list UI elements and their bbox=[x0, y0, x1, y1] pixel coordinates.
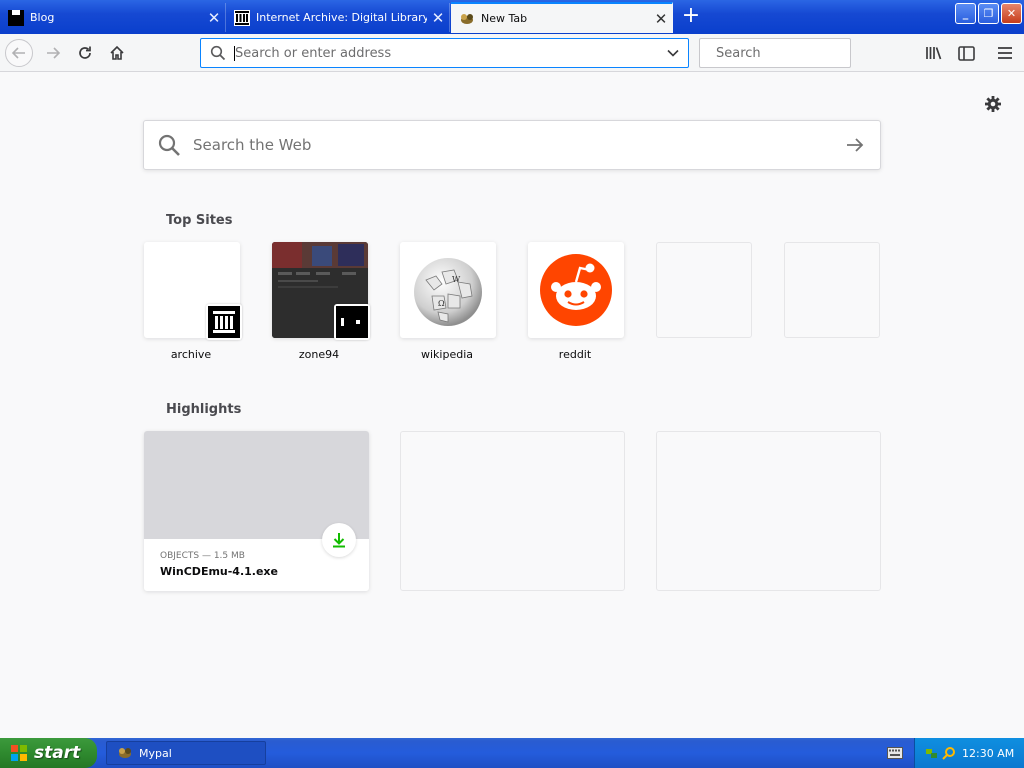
reload-icon bbox=[79, 46, 91, 59]
top-site-archive[interactable] bbox=[144, 242, 242, 340]
taskbar: start Mypal 12:30 AM bbox=[0, 738, 1024, 768]
home-icon bbox=[110, 45, 124, 60]
taskbar-window-label: Mypal bbox=[139, 746, 172, 760]
system-tray: 12:30 AM bbox=[914, 738, 1024, 768]
clock[interactable]: 12:30 AM bbox=[962, 747, 1014, 760]
svg-text:W: W bbox=[452, 275, 461, 284]
top-sites-heading: Top Sites bbox=[166, 213, 233, 228]
tab-blog[interactable]: Blog ✕ bbox=[0, 3, 226, 32]
blog-favicon-icon bbox=[8, 9, 24, 26]
sidebar-button[interactable] bbox=[956, 43, 976, 63]
top-site-empty-slot bbox=[656, 242, 752, 338]
mypal-favicon-icon bbox=[459, 11, 475, 27]
close-window-button[interactable]: ✕ bbox=[1001, 3, 1022, 24]
sidebar-icon bbox=[957, 45, 975, 61]
taskbar-window-mypal[interactable]: Mypal bbox=[106, 741, 266, 765]
url-bar[interactable] bbox=[200, 38, 689, 68]
web-search-box[interactable] bbox=[143, 120, 881, 170]
gear-icon bbox=[985, 96, 1001, 112]
forward-button[interactable] bbox=[39, 39, 67, 67]
library-button[interactable] bbox=[924, 43, 944, 63]
highlights-heading: Highlights bbox=[166, 402, 242, 417]
chevron-down-icon[interactable] bbox=[666, 46, 680, 60]
highlight-meta: OBJECTS — 1.5 MB bbox=[160, 551, 245, 561]
svg-text:Ω: Ω bbox=[438, 299, 445, 308]
top-site-zone94[interactable] bbox=[272, 242, 370, 340]
tab-title: Internet Archive: Digital Library of bbox=[256, 11, 427, 24]
close-tab-icon[interactable]: ✕ bbox=[203, 9, 225, 27]
back-button[interactable] bbox=[5, 39, 33, 67]
home-button[interactable] bbox=[103, 39, 131, 67]
top-site-label: archive bbox=[170, 348, 212, 361]
tab-title: New Tab bbox=[481, 12, 528, 25]
tab-title: Blog bbox=[30, 11, 55, 24]
new-tab-button[interactable]: + bbox=[678, 4, 704, 30]
hamburger-menu-icon bbox=[998, 47, 1012, 59]
arrow-right-icon[interactable] bbox=[846, 137, 864, 153]
search-icon bbox=[158, 134, 180, 156]
search-input[interactable] bbox=[716, 45, 886, 61]
tab-bar: Blog ✕ Internet Archive: Digital Library… bbox=[0, 0, 1024, 34]
top-site-empty-slot bbox=[784, 242, 880, 338]
menu-button[interactable] bbox=[995, 43, 1015, 63]
wikipedia-globe-icon: W Ω bbox=[414, 258, 482, 326]
close-tab-icon[interactable]: ✕ bbox=[427, 9, 449, 27]
download-badge bbox=[322, 523, 356, 557]
highlight-title: WinCDEmu-4.1.exe bbox=[160, 565, 278, 578]
top-site-label: wikipedia bbox=[420, 348, 473, 361]
customize-gear-button[interactable] bbox=[983, 94, 1003, 114]
navigation-toolbar bbox=[0, 34, 1024, 72]
search-bar[interactable] bbox=[699, 38, 886, 68]
top-site-reddit[interactable] bbox=[528, 242, 624, 338]
archive-favicon-icon bbox=[234, 9, 250, 26]
top-site-label: zone94 bbox=[298, 348, 340, 361]
maximize-button[interactable]: ❐ bbox=[978, 3, 999, 24]
minimize-button[interactable]: _ bbox=[955, 3, 976, 24]
tab-new-tab[interactable]: New Tab ✕ bbox=[451, 2, 673, 33]
highlight-empty-slot bbox=[400, 431, 625, 591]
windows-logo-icon bbox=[11, 745, 27, 761]
reload-button[interactable] bbox=[71, 39, 99, 67]
keyboard-icon[interactable] bbox=[887, 747, 903, 759]
url-input[interactable] bbox=[235, 45, 666, 61]
top-site-label: reddit bbox=[558, 348, 592, 361]
network-icon[interactable] bbox=[925, 746, 939, 760]
start-label: start bbox=[34, 743, 81, 763]
archive-logo-icon bbox=[206, 304, 242, 340]
search-icon bbox=[210, 45, 226, 61]
reddit-logo-icon bbox=[540, 254, 612, 326]
highlight-empty-slot bbox=[656, 431, 881, 591]
tab-internet-archive[interactable]: Internet Archive: Digital Library of ✕ bbox=[226, 3, 450, 32]
top-site-wikipedia[interactable]: W Ω bbox=[400, 242, 496, 338]
library-icon bbox=[926, 47, 942, 60]
download-icon bbox=[333, 533, 345, 548]
forward-arrow-icon bbox=[47, 47, 61, 59]
start-button[interactable]: start bbox=[0, 738, 97, 768]
mypal-app-icon bbox=[119, 748, 131, 758]
zone94-logo-icon bbox=[334, 304, 370, 340]
search-tray-icon[interactable] bbox=[942, 746, 956, 760]
web-search-input[interactable] bbox=[181, 136, 846, 154]
back-arrow-icon bbox=[11, 47, 25, 59]
close-tab-icon[interactable]: ✕ bbox=[650, 10, 672, 28]
